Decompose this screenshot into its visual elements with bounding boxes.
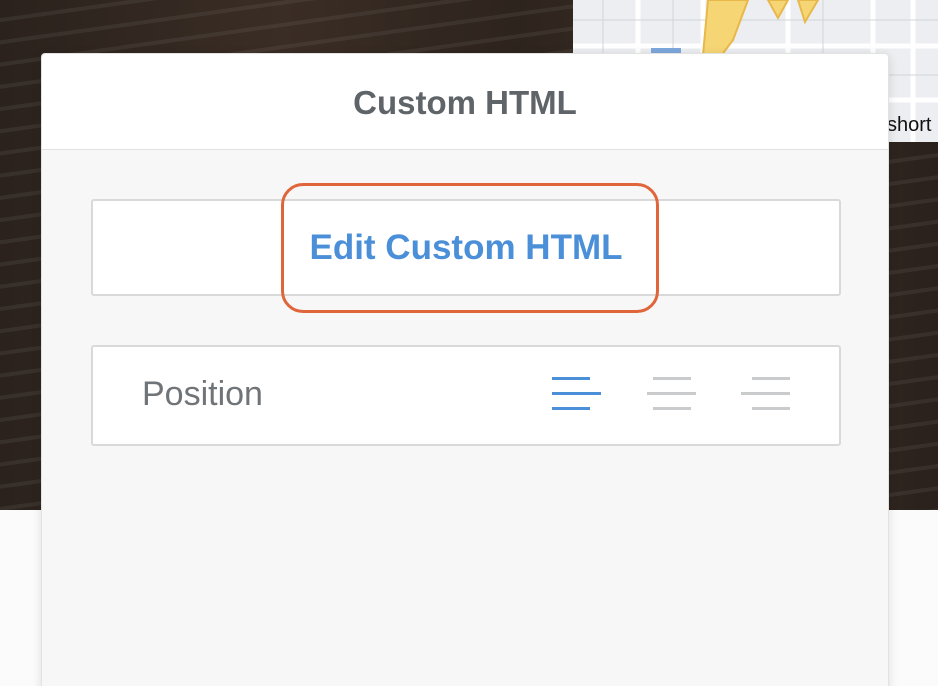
align-right-icon — [741, 377, 790, 410]
panel-title: Custom HTML — [353, 83, 577, 121]
edit-custom-html-label: Edit Custom HTML — [309, 227, 623, 267]
align-left-button[interactable] — [552, 374, 602, 414]
align-right-button[interactable] — [741, 374, 791, 414]
screen: short Custom HTML Edit Custom HTML Posit… — [0, 0, 938, 686]
map-label: short — [887, 114, 932, 136]
custom-html-panel: Custom HTML Edit Custom HTML Position — [41, 53, 889, 686]
position-label: Position — [142, 375, 263, 413]
edit-custom-html-button[interactable]: Edit Custom HTML — [91, 199, 841, 296]
panel-header: Custom HTML — [42, 54, 888, 150]
position-row: Position — [91, 345, 841, 446]
align-center-button[interactable] — [647, 374, 697, 414]
align-left-icon — [552, 377, 601, 410]
align-center-icon — [647, 377, 696, 410]
